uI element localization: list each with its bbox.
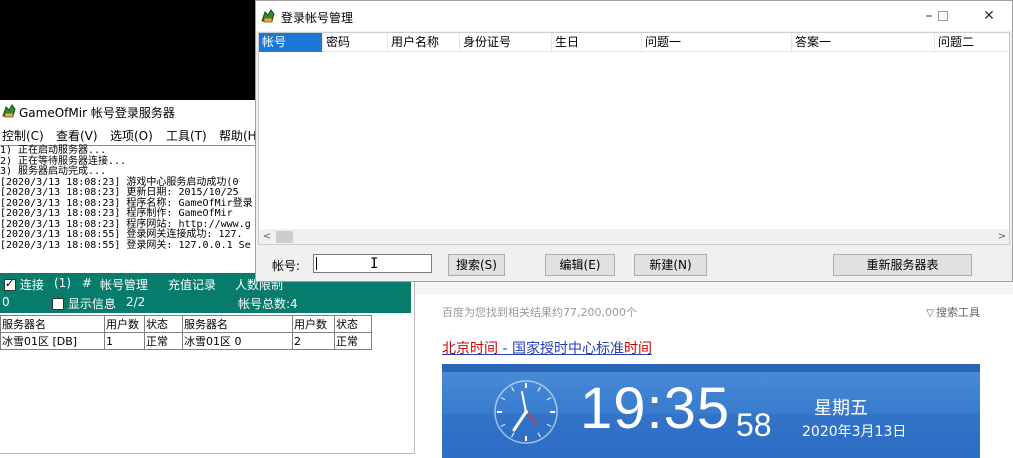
edit-button[interactable]: 编辑(E): [545, 254, 615, 276]
recharge-link[interactable]: 充值记录: [168, 276, 216, 293]
col-answer-1[interactable]: 答案一: [792, 33, 935, 52]
account-total: 帐号总数:4: [238, 297, 298, 311]
col-question-2[interactable]: 问题二: [935, 33, 1009, 52]
search-tools-button[interactable]: ▽ 搜索工具: [926, 304, 980, 320]
clock-widget: 19:35 58 星期五 2020年3月13日: [442, 364, 980, 458]
clock-band: [442, 364, 980, 372]
desktop-background: [0, 0, 258, 100]
text-caret: [316, 257, 317, 270]
browser-toolbar-strip: [415, 282, 1013, 294]
account-management-dialog: 登录帐号管理 – ✕ 帐号 密码 用户名称 身份证号 生日 问题一 答案一 问题…: [255, 0, 1013, 282]
accounts-list-header: 帐号 密码 用户名称 身份证号 生日 问题一 答案一 问题二: [259, 33, 1009, 52]
search-tools-label: 搜索工具: [936, 306, 980, 319]
clock-time: 19:35: [580, 376, 731, 441]
menu-tools[interactable]: 工具(T): [166, 127, 207, 144]
log-line: [2020/3/13 18:08:55] 登录网关: 127.0.0.1 Se: [0, 239, 251, 251]
show-info-label: 显示信息: [67, 297, 116, 311]
table-header-row: 服务器名 用户数 状态 服务器名 用户数 状态: [0, 315, 372, 333]
col-birthday[interactable]: 生日: [552, 33, 642, 52]
connect-count: (1): [54, 276, 71, 290]
col-question-1[interactable]: 问题一: [642, 33, 792, 52]
dialog-titlebar[interactable]: 登录帐号管理 – ✕: [256, 1, 1012, 31]
log-line: [2020/3/13 18:08:23] 更新日期: 2015/10/25: [0, 187, 239, 198]
beijing-time-link[interactable]: 北京时间 - 国家授时中心标准时间: [442, 338, 652, 358]
col-user-count-2: 用户数: [292, 315, 335, 333]
checkbox-checked-icon: [4, 277, 16, 291]
maximize-icon[interactable]: [928, 6, 958, 26]
hash-label: #: [82, 276, 93, 290]
log-line: 3) 服务器启动完成...: [0, 166, 107, 177]
search-button[interactable]: 搜索(S): [448, 254, 505, 276]
col-server-name-2: 服务器名: [182, 315, 293, 333]
ibeam-cursor-icon: I: [370, 256, 379, 272]
log-line: 1) 正在启动服务器...: [0, 145, 107, 156]
col-status: 状态: [144, 315, 183, 333]
cell: 正常: [144, 332, 183, 350]
search-results-count: 百度为您找到相关结果约77,200,000个: [442, 306, 637, 319]
horizontal-scrollbar[interactable]: < >: [259, 229, 1009, 244]
cell: 冰雪01区 [DB]: [0, 332, 105, 350]
dialog-title: 登录帐号管理: [281, 11, 354, 25]
accounts-list[interactable]: 帐号 密码 用户名称 身份证号 生日 问题一 答案一 问题二 < >: [258, 32, 1010, 245]
zero-value: 0: [2, 295, 10, 309]
menu-control[interactable]: 控制(C): [2, 127, 44, 144]
connect-label: 连接: [19, 278, 44, 292]
show-info-checkbox[interactable]: 显示信息: [52, 295, 116, 312]
refresh-server-list-button[interactable]: 重新服务器表: [833, 254, 972, 276]
account-mgmt-link[interactable]: 帐号管理: [100, 276, 148, 293]
col-username[interactable]: 用户名称: [388, 33, 460, 52]
funnel-icon: ▽: [926, 308, 934, 319]
checkbox-unchecked-icon: [52, 298, 64, 310]
new-button[interactable]: 新建(N): [634, 254, 707, 276]
green-dragon-app-icon: [261, 9, 275, 23]
server-table: 服务器名 用户数 状态 服务器名 用户数 状态 冰雪01区 [DB] 1 正常 …: [0, 315, 372, 350]
log-line: [2020/3/13 18:08:23] 程序制作: GameOfMir: [0, 208, 233, 219]
connect-checkbox[interactable]: 连接: [4, 276, 44, 293]
col-user-count: 用户数: [104, 315, 145, 333]
cell: 正常: [334, 332, 372, 350]
col-account[interactable]: 帐号: [259, 33, 323, 52]
link-part-1: 北京时间: [442, 341, 498, 357]
green-dragon-app-icon: [2, 104, 16, 118]
analog-clock-icon: [494, 380, 558, 444]
link-part-2: - 国家授时中心标准: [498, 341, 624, 357]
table-row[interactable]: 冰雪01区 [DB] 1 正常 冰雪01区 0 2 正常: [0, 332, 372, 350]
cell: 2: [292, 332, 335, 350]
clock-weekday: 星期五: [814, 398, 868, 419]
col-status-2: 状态: [334, 315, 372, 333]
col-id-number[interactable]: 身份证号: [460, 33, 552, 52]
col-server-name: 服务器名: [0, 315, 105, 333]
scroll-left-icon[interactable]: <: [259, 230, 275, 244]
menu-help[interactable]: 帮助(H: [219, 127, 257, 144]
cell: 1: [104, 332, 145, 350]
menu-view[interactable]: 查看(V): [56, 127, 98, 144]
browser-page: 百度为您找到相关结果约77,200,000个 ▽ 搜索工具 北京时间 - 国家授时…: [415, 282, 1013, 458]
server-log[interactable]: 1) 正在启动服务器... 2) 正在等待服务器连接... 3) 服务器启动完成…: [0, 145, 258, 272]
cell: 冰雪01区 0: [182, 332, 293, 350]
show-info-count: 2/2: [126, 295, 146, 309]
clock-seconds: 58: [736, 407, 772, 443]
clock-date: 2020年3月13日: [802, 424, 907, 440]
scroll-right-icon[interactable]: >: [994, 230, 1009, 244]
gom-title: GameOfMir 帐号登录服务器: [19, 106, 175, 120]
col-password[interactable]: 密码: [323, 33, 388, 52]
log-line: [2020/3/13 18:08:55] 登录网关连接成功: 127.: [0, 229, 243, 240]
account-label: 帐号:: [272, 259, 301, 273]
scroll-thumb[interactable]: [276, 231, 293, 243]
menu-options[interactable]: 选项(O): [110, 127, 153, 144]
close-icon[interactable]: ✕: [974, 6, 1004, 26]
link-part-3: 时间: [623, 341, 652, 357]
